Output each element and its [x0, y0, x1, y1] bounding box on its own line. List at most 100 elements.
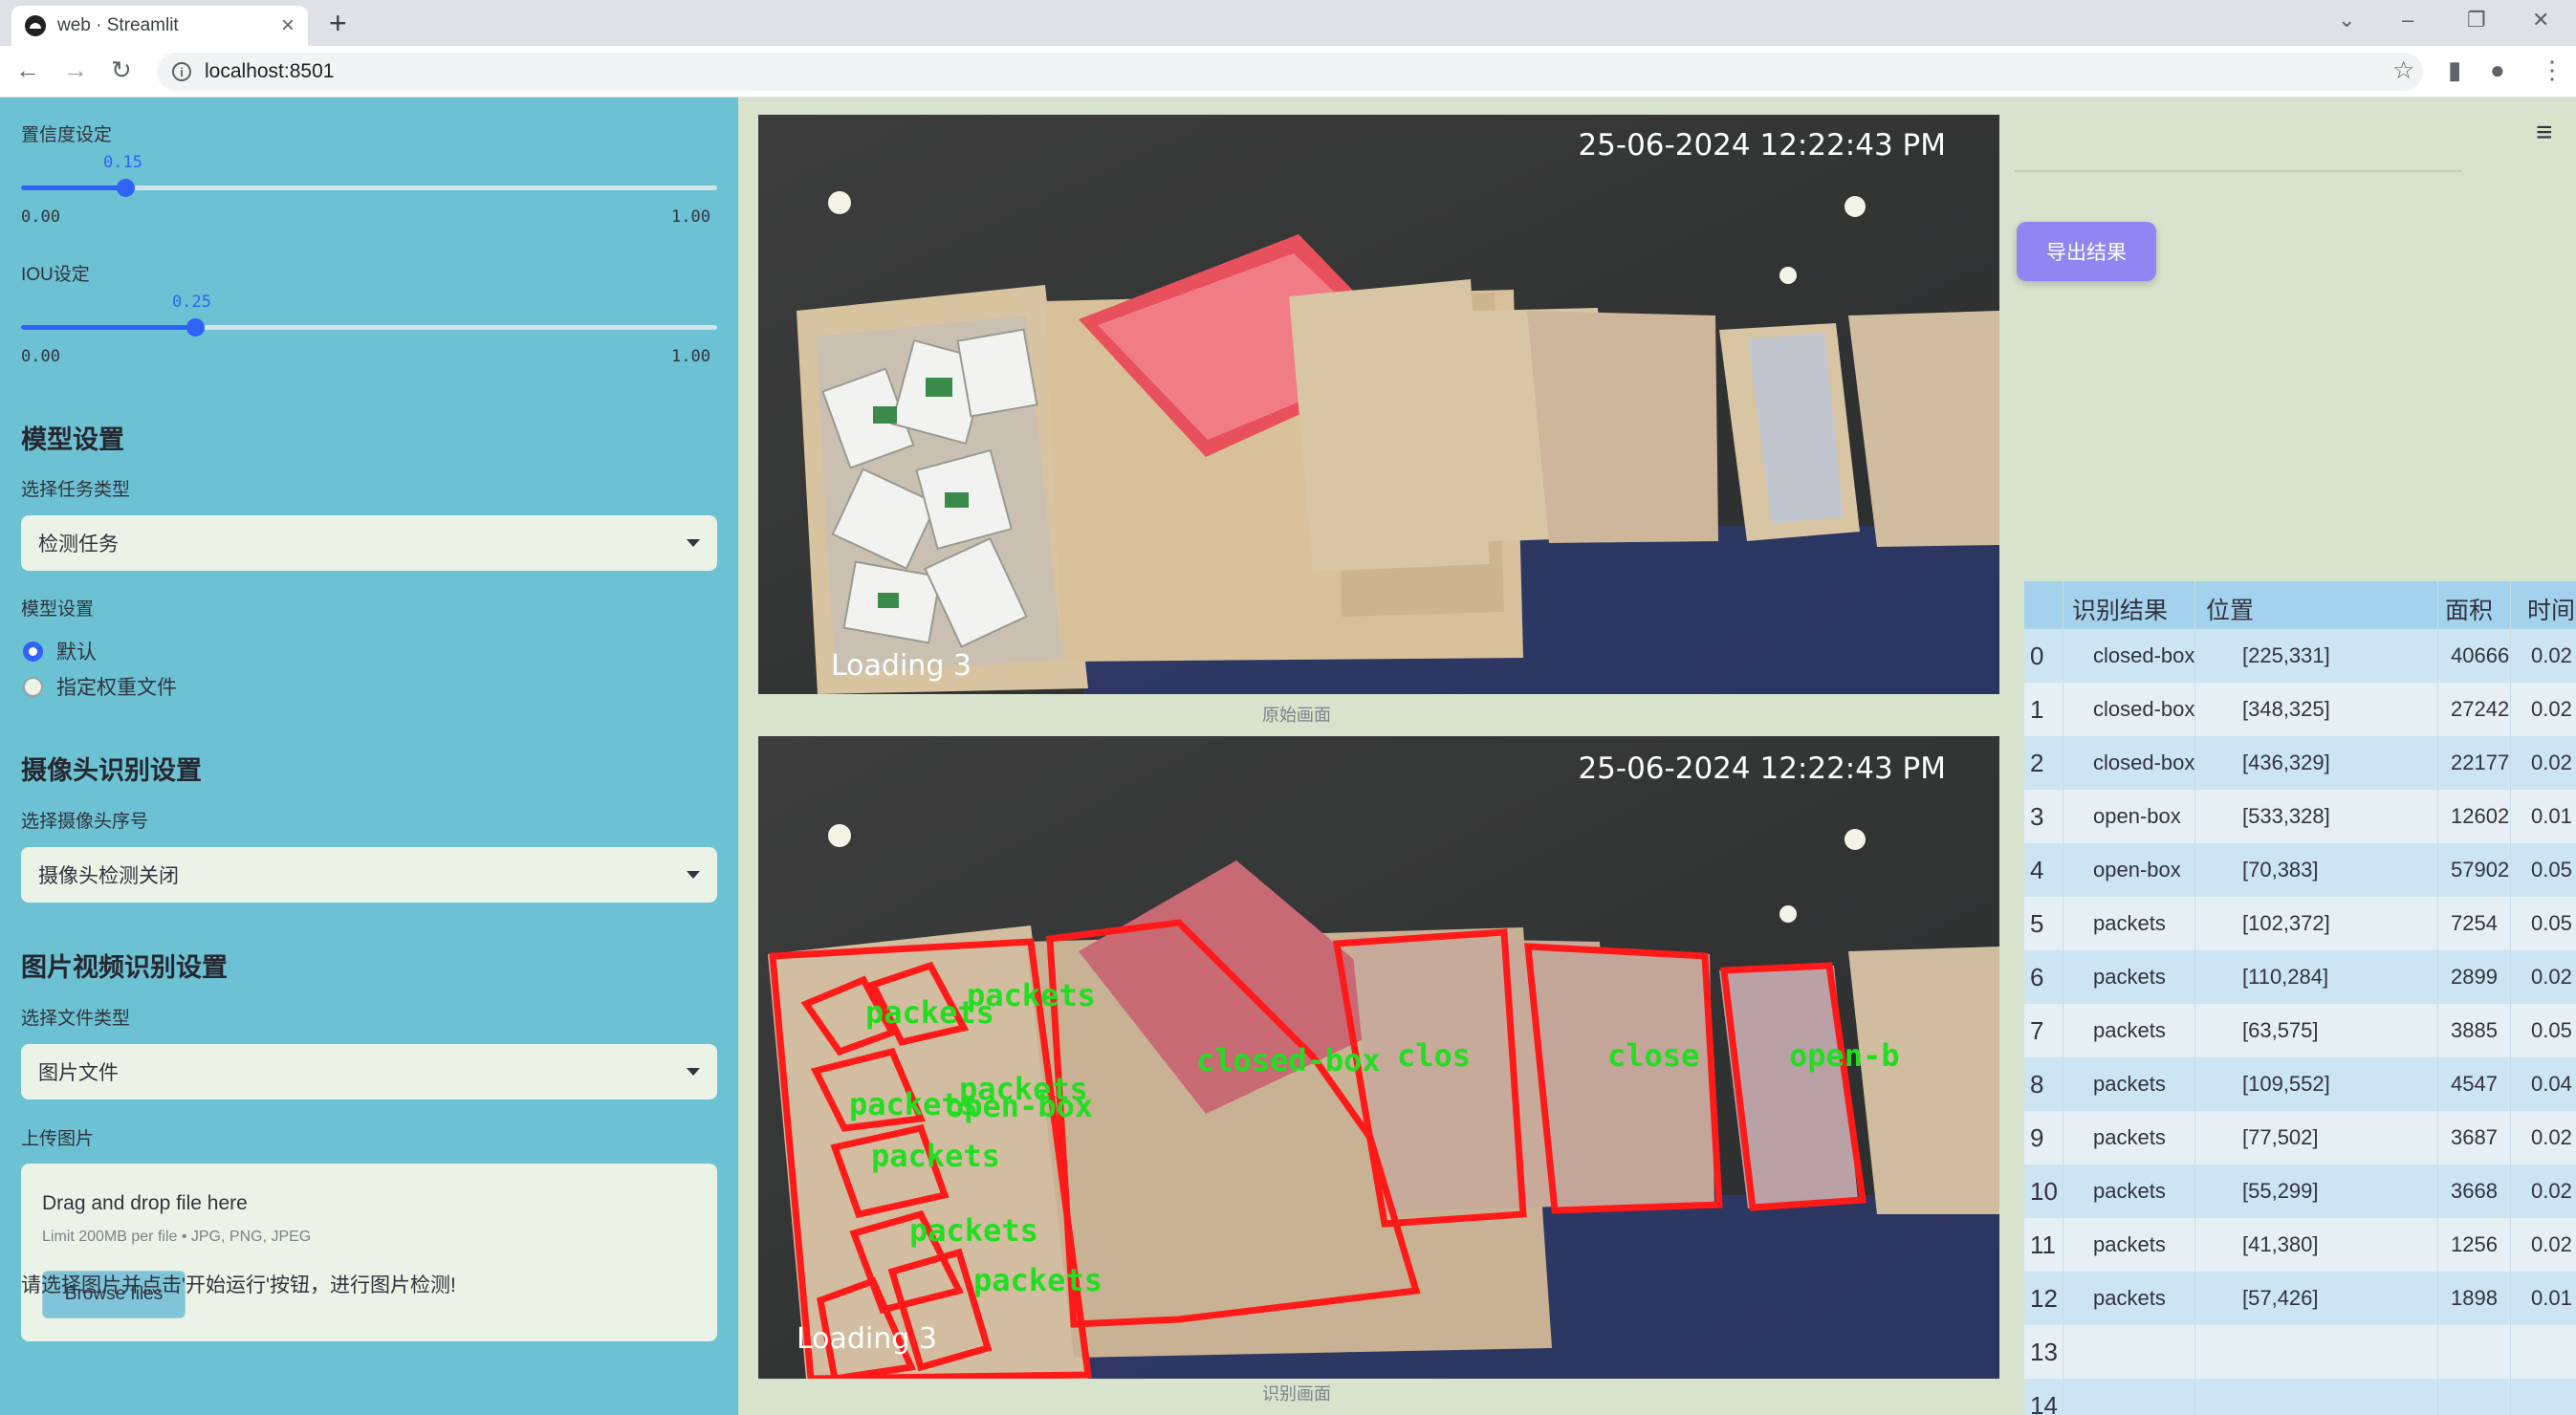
task-type-select[interactable]: 检测任务 [21, 515, 717, 571]
results-table[interactable]: 识别结果 位置 面积 时间 0 closed-box [225,331] 40666 0… [2024, 581, 2576, 1415]
cell-area: 1898 [2451, 1286, 2498, 1310]
cell-time: 0.04 [2531, 1072, 2572, 1096]
chevron-down-icon [687, 871, 700, 879]
cell-position: [55,299] [2242, 1179, 2319, 1203]
table-row[interactable]: 11 packets [41,380] 1256 0.02 [2024, 1218, 2576, 1272]
row-index: 9 [2030, 1123, 2044, 1152]
cell-area: 3885 [2451, 1018, 2498, 1042]
radio-default-label: 默认 [56, 642, 97, 664]
cell-time: 0.01 [2531, 804, 2572, 828]
cell-class: closed-box [2093, 697, 2195, 721]
radio-custom-weights[interactable]: 指定权重文件 [23, 672, 177, 701]
col-header-area[interactable]: 面积 [2445, 592, 2493, 626]
new-tab-icon[interactable]: + [329, 6, 347, 41]
original-image: Loading 3 25-06-2024 12:22:43 PM [758, 115, 1999, 694]
cell-area: 1256 [2451, 1232, 2498, 1256]
cell-position: [63,575] [2242, 1018, 2319, 1042]
cell-time: 0.02 [2531, 643, 2572, 667]
cell-time: 0.01 [2531, 1286, 2572, 1310]
iou-slider[interactable] [21, 318, 717, 337]
tab-search-chevron-icon[interactable]: ⌄ [2338, 8, 2355, 33]
table-row[interactable]: 13 [2024, 1325, 2576, 1379]
browser-tab[interactable]: web · Streamlit × [11, 6, 308, 46]
col-header-time[interactable]: 时间 [2527, 592, 2575, 626]
cell-time: 0.05 [2531, 1018, 2572, 1042]
file-uploader-dropzone[interactable]: Drag and drop file here Limit 200MB per … [21, 1164, 717, 1341]
cell-class: packets [2093, 1072, 2166, 1096]
table-row[interactable]: 3 open-box [533,328] 12602 0.01 [2024, 790, 2576, 843]
window-close-icon[interactable]: ✕ [2532, 8, 2549, 33]
table-row[interactable]: 10 packets [55,299] 3668 0.02 [2024, 1165, 2576, 1218]
table-row[interactable]: 12 packets [57,426] 1898 0.01 [2024, 1272, 2576, 1325]
side-panel-icon[interactable]: ▮ [2448, 55, 2461, 85]
cell-area: 4547 [2451, 1072, 2498, 1096]
table-row[interactable]: 0 closed-box [225,331] 40666 0.02 [2024, 629, 2576, 683]
cell-time: 0.02 [2531, 1232, 2572, 1256]
table-row[interactable]: 5 packets [102,372] 7254 0.05 [2024, 897, 2576, 950]
row-index: 11 [2030, 1230, 2056, 1259]
hamburger-menu-icon[interactable]: ≡ [2536, 117, 2553, 149]
camera-select[interactable]: 摄像头检测关闭 [21, 847, 717, 903]
cell-time: 0.02 [2531, 751, 2572, 774]
overlay-text-top: Loading 3 [831, 649, 971, 683]
restore-icon[interactable]: ❐ [2467, 8, 2486, 33]
table-row[interactable]: 7 packets [63,575] 3885 0.05 [2024, 1004, 2576, 1057]
reload-icon[interactable]: ↻ [111, 55, 132, 85]
row-index: 8 [2030, 1070, 2044, 1099]
export-results-button[interactable]: 导出结果 [2017, 222, 2156, 281]
col-header-position[interactable]: 位置 [2206, 592, 2254, 626]
minimize-icon[interactable]: – [2402, 8, 2413, 33]
confidence-slider-thumb[interactable] [117, 179, 135, 197]
confidence-slider-fill [21, 185, 125, 190]
cell-class: closed-box [2093, 751, 2195, 774]
cell-position: [102,372] [2242, 911, 2330, 935]
task-type-label: 选择任务类型 [21, 480, 131, 500]
table-row[interactable]: 4 open-box [70,383] 57902 0.05 [2024, 843, 2576, 897]
url-field[interactable]: i localhost:8501 [157, 53, 2423, 91]
table-row[interactable]: 1 closed-box [348,325] 27242 0.02 [2024, 683, 2576, 736]
table-row[interactable]: 2 closed-box [436,329] 22177 0.02 [2024, 736, 2576, 790]
back-icon[interactable]: ← [15, 55, 40, 85]
forward-icon[interactable]: → [63, 55, 88, 85]
camera-settings-header: 摄像头识别设置 [21, 756, 202, 785]
bookmark-star-icon[interactable]: ☆ [2392, 55, 2414, 85]
streamlit-favicon-icon [25, 15, 46, 36]
chevron-down-icon [687, 1068, 700, 1076]
col-divider [2194, 581, 2195, 1415]
radio-default[interactable]: 默认 [23, 637, 97, 665]
row-index: 3 [2030, 802, 2044, 831]
cell-class: closed-box [2093, 643, 2195, 667]
confidence-min: 0.00 [21, 207, 60, 227]
table-row[interactable]: 8 packets [109,552] 4547 0.04 [2024, 1057, 2576, 1111]
iou-slider-thumb[interactable] [186, 318, 205, 337]
main-content: Loading 3 25-06-2024 12:22:43 PM 原始画面 pa… [738, 98, 2576, 1415]
confidence-label: 置信度设定 [21, 125, 113, 145]
confidence-slider[interactable] [21, 179, 717, 197]
det-label-clos: clos [1397, 1037, 1471, 1074]
det-label-close: close [1607, 1037, 1699, 1074]
profile-avatar-icon[interactable]: ● [2490, 55, 2505, 85]
browser-menu-icon[interactable]: ⋮ [2540, 55, 2565, 85]
iou-label: IOU设定 [21, 265, 90, 285]
det-label-packets: packets [909, 1212, 1038, 1249]
iou-slider-fill [21, 325, 195, 330]
cell-time: 0.02 [2531, 697, 2572, 721]
site-info-icon[interactable]: i [172, 62, 191, 81]
col-header-class[interactable]: 识别结果 [2072, 592, 2168, 626]
radio-unselected-icon [23, 676, 43, 697]
caption-original: 原始画面 [1262, 706, 1331, 725]
cell-class: packets [2093, 965, 2166, 989]
uploader-title: Drag and drop file here [42, 1192, 248, 1214]
table-row[interactable]: 14 [2024, 1379, 2576, 1415]
media-settings-header: 图片视频识别设置 [21, 953, 228, 982]
tab-close-icon[interactable]: × [281, 12, 295, 39]
row-index: 5 [2030, 909, 2044, 938]
cell-area: 12602 [2451, 804, 2510, 828]
upload-label: 上传图片 [21, 1129, 95, 1149]
table-row[interactable]: 6 packets [110,284] 2899 0.02 [2024, 950, 2576, 1004]
file-type-select[interactable]: 图片文件 [21, 1044, 717, 1099]
radio-custom-weights-label: 指定权重文件 [56, 677, 177, 699]
row-index: 7 [2030, 1016, 2044, 1045]
table-row[interactable]: 9 packets [77,502] 3687 0.02 [2024, 1111, 2576, 1165]
cell-area: 2899 [2451, 965, 2498, 989]
